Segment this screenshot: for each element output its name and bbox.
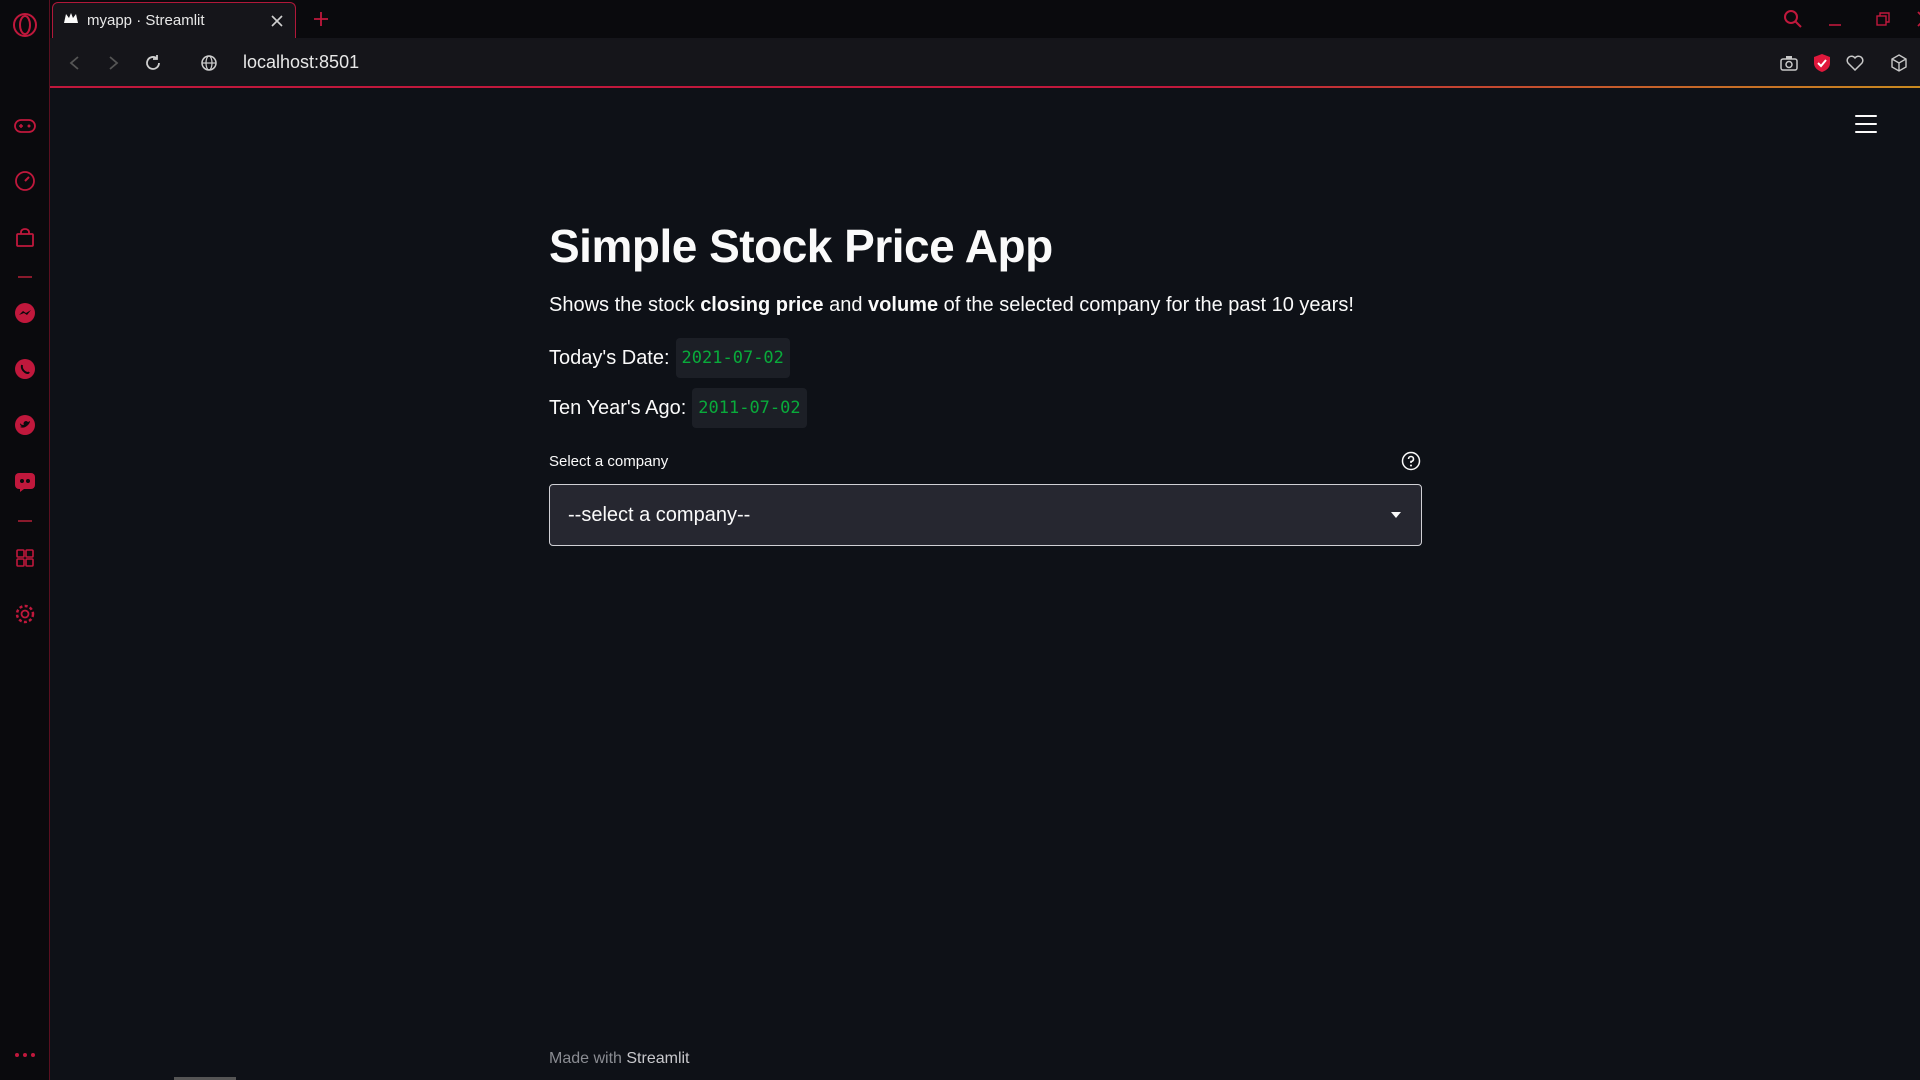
browser-address-bar: localhost:8501 bbox=[50, 38, 1920, 88]
search-icon[interactable] bbox=[1776, 4, 1810, 34]
company-selectbox[interactable]: --select a company-- bbox=[549, 484, 1422, 546]
tab-close-icon[interactable] bbox=[265, 9, 289, 33]
main-block: Simple Stock Price App Shows the stock c… bbox=[549, 216, 1422, 546]
messenger-icon[interactable] bbox=[12, 300, 38, 326]
workspaces-icon[interactable] bbox=[12, 545, 38, 571]
ten-years-ago-value: 2011-07-02 bbox=[692, 388, 807, 428]
url-input[interactable]: localhost:8501 bbox=[243, 52, 359, 73]
todays-date-line: Today's Date: 2021-07-02 bbox=[549, 338, 1422, 378]
sidebar-divider-2 bbox=[18, 520, 32, 522]
restore-icon[interactable] bbox=[1866, 4, 1900, 34]
forward-icon[interactable] bbox=[99, 49, 127, 77]
ten-years-ago-label: Ten Year's Ago: bbox=[549, 397, 687, 419]
site-info-globe-icon[interactable] bbox=[195, 49, 223, 77]
company-select-value: --select a company-- bbox=[568, 503, 751, 526]
minimize-icon[interactable] bbox=[1818, 4, 1852, 34]
opera-logo-icon[interactable] bbox=[12, 12, 38, 38]
whatsapp-icon[interactable] bbox=[12, 356, 38, 382]
new-tab-icon[interactable] bbox=[306, 4, 336, 34]
main-menu-hamburger-icon[interactable] bbox=[1852, 112, 1880, 136]
page-title: Simple Stock Price App bbox=[549, 220, 1053, 272]
speedometer-icon[interactable] bbox=[12, 168, 38, 194]
select-label-row: Select a company bbox=[549, 450, 1422, 472]
company-select-label: Select a company bbox=[549, 452, 669, 470]
todays-date-value: 2021-07-02 bbox=[675, 338, 790, 378]
adblock-shield-icon[interactable] bbox=[1809, 50, 1835, 76]
tab-title: myapp · Streamlit bbox=[87, 12, 205, 29]
footer: Made with Streamlit bbox=[549, 1050, 690, 1067]
streamlit-favicon-icon bbox=[63, 11, 79, 30]
browser-sidebar bbox=[0, 0, 50, 1080]
discord-icon[interactable] bbox=[12, 469, 38, 495]
shopping-bag-icon[interactable] bbox=[12, 225, 38, 251]
back-icon[interactable] bbox=[61, 49, 89, 77]
browser-titlebar: myapp · Streamlit bbox=[50, 0, 1920, 38]
sidebar-divider bbox=[18, 276, 32, 278]
todays-date-label: Today's Date: bbox=[549, 347, 670, 369]
settings-gear-icon[interactable] bbox=[12, 601, 38, 627]
ten-years-ago-line: Ten Year's Ago: 2011-07-02 bbox=[549, 388, 1422, 428]
reload-icon[interactable] bbox=[139, 49, 167, 77]
gamepad-icon[interactable] bbox=[12, 113, 38, 139]
heart-icon[interactable] bbox=[1842, 50, 1868, 76]
chevron-down-icon bbox=[1391, 512, 1401, 518]
app-description: Shows the stock closing price and volume… bbox=[549, 294, 1354, 316]
twitter-icon[interactable] bbox=[12, 412, 38, 438]
streamlit-footer-link[interactable]: Streamlit bbox=[626, 1050, 689, 1067]
help-question-icon[interactable] bbox=[1400, 450, 1422, 472]
browser-tab-active[interactable]: myapp · Streamlit bbox=[52, 2, 296, 38]
close-window-icon[interactable] bbox=[1908, 4, 1920, 34]
camera-snapshot-icon[interactable] bbox=[1776, 50, 1802, 76]
streamlit-app: Simple Stock Price App Shows the stock c… bbox=[51, 90, 1920, 1080]
cube-extensions-icon[interactable] bbox=[1886, 50, 1912, 76]
more-options-icon[interactable] bbox=[12, 1042, 38, 1068]
